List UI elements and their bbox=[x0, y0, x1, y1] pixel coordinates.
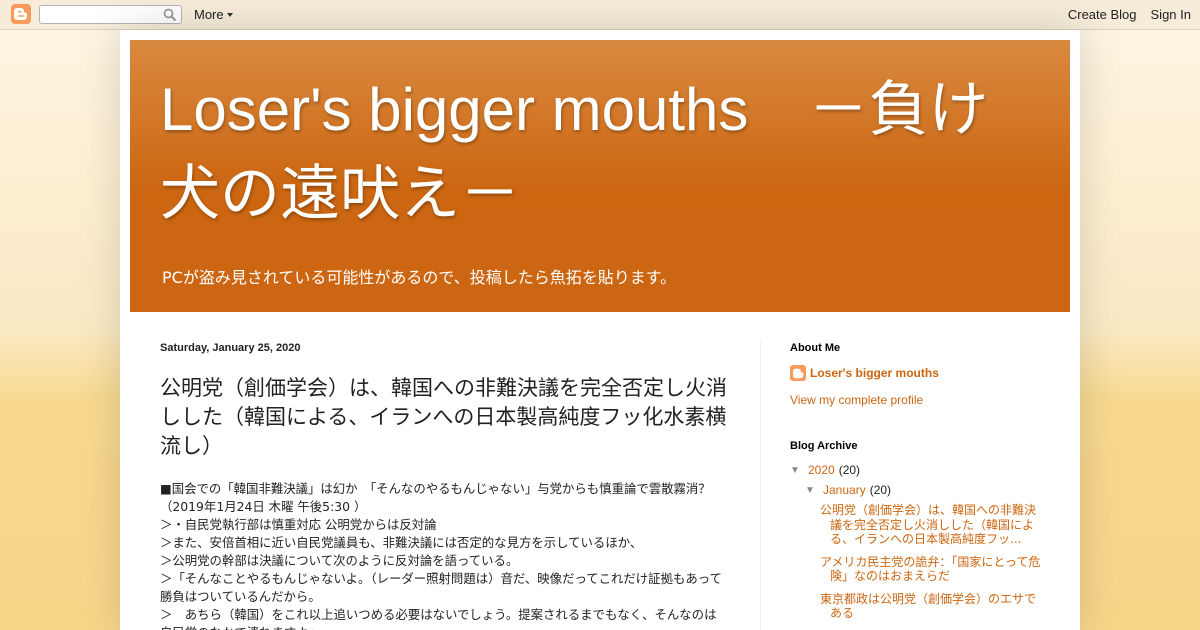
archive-post-link[interactable]: アメリカ民主党の詭弁：「国家にとって危険」なのはおまえらだ bbox=[820, 555, 1046, 584]
archive-month: ▼ January (20) bbox=[790, 483, 1050, 497]
blog-archive-title: Blog Archive bbox=[790, 440, 858, 452]
view-profile-link[interactable]: View my complete profile bbox=[790, 393, 1050, 407]
archive-year: ▼ 2020 (20) bbox=[790, 463, 1050, 477]
navbar-search-input[interactable] bbox=[39, 5, 182, 24]
caret-down-icon bbox=[226, 13, 233, 17]
archive-post-link[interactable]: 東京都政は公明党（創価学会）のエサである bbox=[820, 592, 1046, 621]
more-menu-button[interactable]: More bbox=[194, 7, 233, 22]
about-me-title: About Me bbox=[790, 342, 841, 354]
post-body-line: ＞「そんなことやるもんじゃないよ。（レーダー照射問題は）音だ、映像だってこれだけ… bbox=[160, 571, 722, 604]
post-body-line: ＞・自民党執行部は慎重対応 公明党からは反対論 bbox=[160, 517, 437, 532]
post-body-line: ＞ あちら（韓国）をこれ以上追いつめる必要はないでしょう。提案されるまでもなく、… bbox=[160, 607, 717, 630]
profile-name-link[interactable]: Loser's bigger mouths bbox=[810, 366, 939, 380]
post-title[interactable]: 公明党（創価学会）は、韓国への非難決議を完全否定し火消しした（韓国による、イラン… bbox=[160, 374, 730, 461]
blog-description: PCが盗み見されている可能性があるので、投稿したら魚拓を貼ります。 bbox=[162, 268, 677, 287]
main-column: Saturday, January 25, 2020 公明党（創価学会）は、韓国… bbox=[160, 342, 735, 630]
post-body-line: ＞公明党の幹部は決議について次のように反対論を語っている。 bbox=[160, 553, 519, 568]
blogger-navbar: More Create Blog Sign In bbox=[0, 0, 1200, 30]
more-label: More bbox=[194, 7, 224, 22]
blogger-logo-icon[interactable] bbox=[11, 4, 31, 24]
archive-post-link[interactable]: 公明党（創価学会）は、韓国への非難決議を完全否定し火消しした（韓国による、イラン… bbox=[820, 503, 1046, 547]
create-blog-link[interactable]: Create Blog bbox=[1068, 7, 1137, 22]
profile: Loser's bigger mouths bbox=[790, 365, 1050, 381]
archive-month-count: (20) bbox=[869, 483, 892, 497]
triangle-down-icon[interactable]: ▼ bbox=[790, 465, 808, 476]
search-icon[interactable] bbox=[163, 8, 177, 22]
post-date: Saturday, January 25, 2020 bbox=[160, 342, 301, 354]
sidebar: About Me Loser's bigger mouths View my c… bbox=[790, 342, 1050, 629]
navbar-right: Create Blog Sign In bbox=[1068, 7, 1191, 22]
blog-header: Loser's bigger mouths －負け犬の遠吠え－ PCが盗み見され… bbox=[130, 40, 1070, 312]
post-body-line: ■国会での「韓国非難決議」は幻か 「そんなのやるもんじゃない」与党からも慎重論で… bbox=[160, 481, 711, 514]
column-divider bbox=[760, 342, 761, 630]
archive-year-count: (20) bbox=[838, 463, 861, 477]
triangle-down-icon[interactable]: ▼ bbox=[805, 485, 823, 496]
archive-month-link[interactable]: January bbox=[823, 483, 866, 497]
content-outer: Loser's bigger mouths －負け犬の遠吠え－ PCが盗み見され… bbox=[120, 30, 1080, 630]
post-body-line: ＞また、安倍首相に近い自民党議員も、非難決議には否定的な見方を示しているほか、 bbox=[160, 535, 643, 550]
archive-list: ▼ 2020 (20) ▼ January (20) 公明党（創価学会）は、韓国… bbox=[790, 463, 1050, 621]
archive-posts: 公明党（創価学会）は、韓国への非難決議を完全否定し火消しした（韓国による、イラン… bbox=[790, 503, 1050, 621]
sign-in-link[interactable]: Sign In bbox=[1151, 7, 1191, 22]
archive-year-link[interactable]: 2020 bbox=[808, 463, 835, 477]
blogger-profile-icon bbox=[790, 365, 806, 381]
post-body: ■国会での「韓国非難決議」は幻か 「そんなのやるもんじゃない」与党からも慎重論で… bbox=[160, 480, 728, 630]
blog-title[interactable]: Loser's bigger mouths －負け犬の遠吠え－ bbox=[160, 68, 1040, 236]
